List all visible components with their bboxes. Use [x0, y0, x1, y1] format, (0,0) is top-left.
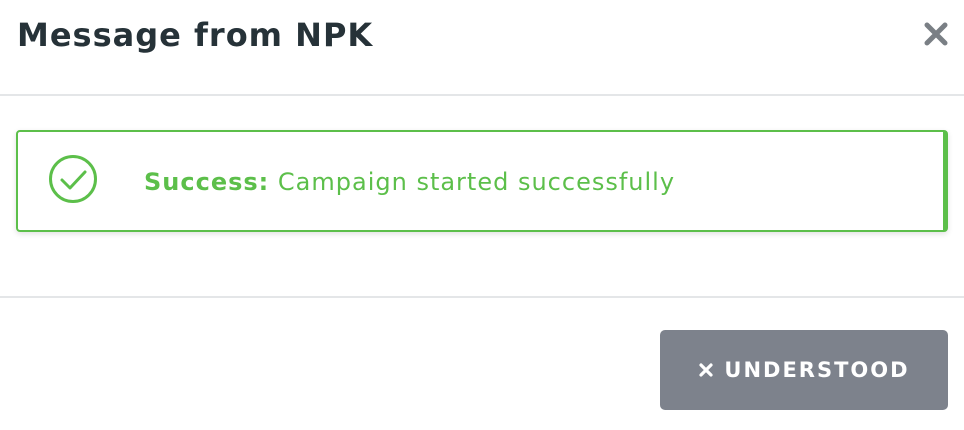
close-icon[interactable]: [922, 20, 950, 48]
close-icon: [699, 363, 714, 377]
understood-button[interactable]: UNDERSTOOD: [660, 330, 948, 410]
check-circle-icon: [49, 155, 97, 203]
alert-body: Campaign started successfully: [269, 168, 676, 196]
footer-divider: [0, 296, 964, 298]
dialog-title: Message from NPK: [17, 16, 374, 54]
alert-message: Success: Campaign started successfully: [144, 168, 675, 196]
alert-label: Success:: [144, 168, 270, 196]
success-alert: Success: Campaign started successfully: [16, 130, 948, 232]
message-dialog: Message from NPK Success: Campaign start…: [0, 0, 964, 430]
dialog-header: Message from NPK: [0, 0, 964, 96]
understood-label: UNDERSTOOD: [724, 358, 910, 382]
